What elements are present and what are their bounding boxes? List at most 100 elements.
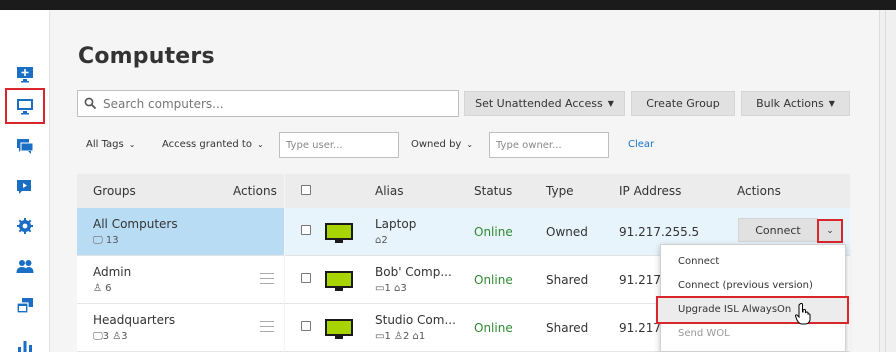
user-small-icon: ♙ — [394, 331, 403, 342]
group-row-all-computers[interactable]: All Computers 🖵 13 — [77, 208, 284, 256]
left-nav — [0, 10, 50, 352]
nav-video[interactable] — [5, 168, 45, 204]
all-tags-label: All Tags — [86, 139, 124, 150]
computer-status: Online — [474, 273, 513, 287]
computer-tags: ▭1 ♙2 ⌂1 — [375, 331, 425, 342]
computer-status: Online — [474, 321, 513, 335]
groups-actions-header-label: Actions — [233, 184, 277, 198]
access-granted-filter[interactable]: Access granted to ⌄ — [162, 139, 264, 150]
type-owner-input[interactable]: Type owner... — [489, 132, 609, 158]
bulk-actions-button[interactable]: Bulk Actions ▼ — [741, 91, 850, 116]
computer-alias: Bob' Comp... — [375, 265, 452, 279]
page-title: Computers — [78, 44, 215, 69]
owned-by-filter[interactable]: Owned by ⌄ — [411, 139, 473, 150]
menu-icon[interactable] — [260, 321, 274, 332]
create-group-label: Create Group — [646, 97, 720, 110]
monitor-small-icon: 🖵 — [93, 331, 103, 342]
group-name: Admin — [93, 265, 132, 279]
group-meta: 🖵 13 — [93, 235, 119, 246]
clear-filters-link[interactable]: Clear — [628, 139, 654, 150]
status-header: Status — [474, 184, 513, 198]
groups-panel: Groups Actions All Computers 🖵 13 Admin … — [77, 174, 284, 352]
groups-header: Groups Actions — [77, 174, 284, 208]
dropdown-item-connect-previous[interactable]: Connect (previous version) — [678, 280, 813, 291]
computer-type: Owned — [546, 225, 588, 239]
nav-windows[interactable] — [5, 288, 45, 324]
group-name: All Computers — [93, 217, 178, 231]
set-unattended-access-button[interactable]: Set Unattended Access ▼ — [464, 91, 625, 116]
vertical-scrollbar[interactable] — [879, 10, 896, 352]
user-small-icon: ♙ — [112, 331, 122, 342]
chevron-down-icon: ⌄ — [466, 140, 474, 149]
tag-count: 1 — [418, 331, 426, 342]
connect-button[interactable]: Connect — [738, 218, 818, 242]
row-checkbox[interactable] — [301, 273, 311, 283]
hand-cursor-icon — [795, 303, 811, 325]
nav-computers[interactable] — [5, 88, 45, 124]
computer-status: Online — [474, 225, 513, 239]
create-group-button[interactable]: Create Group — [631, 91, 735, 116]
monitor-icon — [325, 319, 353, 339]
group-user-count: 6 — [105, 283, 112, 294]
computer-tags: ▭1 ⌂3 — [375, 283, 407, 294]
group-computer-count: 13 — [105, 235, 119, 246]
nav-users[interactable] — [5, 248, 45, 284]
chevron-down-icon: ▼ — [607, 99, 614, 108]
monitor-icon — [17, 99, 33, 115]
video-icon — [17, 180, 31, 194]
chevron-down-icon: ⌄ — [128, 140, 136, 149]
group-row-headquarters[interactable]: Headquarters 🖵3 ♙3 — [77, 304, 284, 352]
users-icon — [16, 260, 34, 273]
group-user-count: 3 — [121, 331, 128, 342]
top-bar — [0, 0, 896, 10]
set-unattended-access-label: Set Unattended Access — [475, 97, 603, 110]
windows-icon — [16, 298, 33, 314]
group-count: 1 — [384, 331, 391, 342]
computer-ip: 91.217.255.5 — [619, 225, 700, 239]
ip-header: IP Address — [619, 184, 682, 198]
type-user-input[interactable]: Type user... — [279, 132, 399, 158]
bar-chart-icon — [18, 341, 32, 352]
search-icon — [84, 97, 97, 110]
group-meta: ♙ 6 — [93, 283, 112, 294]
group-row-admin[interactable]: Admin ♙ 6 — [77, 256, 284, 304]
owned-by-label: Owned by — [411, 139, 462, 150]
chat-icon — [17, 139, 34, 154]
monitor-plus-icon — [17, 67, 33, 83]
menu-icon[interactable] — [260, 273, 274, 284]
nav-chat[interactable] — [5, 128, 45, 164]
type-owner-placeholder: Type owner... — [496, 139, 562, 151]
computer-alias: Laptop — [375, 217, 417, 231]
row-checkbox[interactable] — [301, 225, 311, 235]
search-box[interactable] — [77, 90, 459, 117]
group-computer-count: 3 — [102, 331, 110, 342]
gear-icon — [17, 218, 33, 234]
connect-options-dropdown: Connect Connect (previous version) Upgra… — [656, 244, 849, 352]
nav-add-computer[interactable] — [5, 56, 45, 92]
table-header: Alias Status Type IP Address Actions — [285, 174, 850, 208]
dropdown-item-connect[interactable]: Connect — [678, 256, 719, 267]
monitor-icon — [325, 223, 353, 243]
nav-settings[interactable] — [5, 208, 45, 244]
dropdown-item-upgrade-alwayson[interactable]: Upgrade ISL AlwaysOn — [678, 304, 791, 315]
monitor-icon — [325, 271, 353, 291]
connect-options-button[interactable]: ⌄ — [817, 219, 843, 243]
monitor-small-icon: 🖵 — [93, 235, 103, 246]
search-input[interactable] — [103, 96, 443, 111]
chevron-down-icon: ⌄ — [826, 226, 834, 236]
actions-header: Actions — [737, 184, 781, 198]
row-checkbox[interactable] — [301, 321, 311, 331]
select-all-checkbox[interactable] — [301, 185, 311, 195]
user-count: 2 — [402, 331, 410, 342]
access-granted-label: Access granted to — [162, 139, 252, 150]
computer-alias: Studio Com... — [375, 313, 456, 327]
user-small-icon: ♙ — [93, 283, 102, 294]
tag-count: 3 — [400, 283, 407, 294]
nav-stats[interactable] — [5, 328, 45, 352]
groups-header-label: Groups — [93, 184, 136, 198]
dropdown-item-send-wol[interactable]: Send WOL — [678, 328, 730, 339]
all-tags-filter[interactable]: All Tags ⌄ — [86, 139, 135, 150]
computer-type: Shared — [546, 321, 589, 335]
tag-count: 2 — [381, 235, 388, 246]
connect-label: Connect — [755, 223, 801, 237]
